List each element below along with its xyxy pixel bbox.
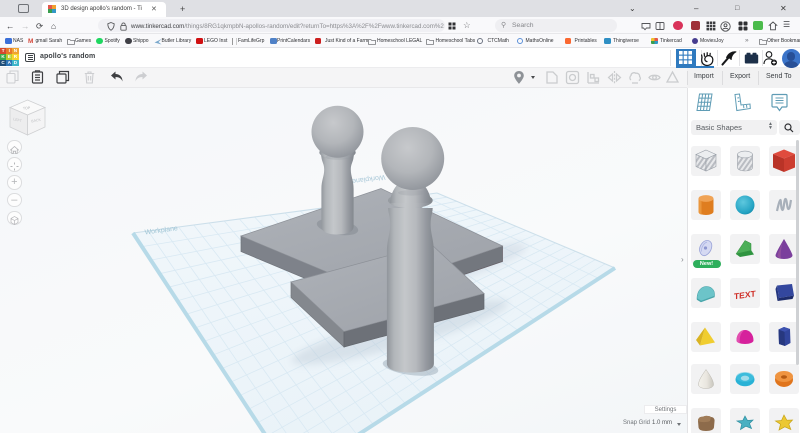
svg-text:Workplane: Workplane (352, 173, 386, 184)
svg-text:TOP: TOP (23, 106, 31, 111)
svg-text:TEXT: TEXT (734, 288, 756, 301)
